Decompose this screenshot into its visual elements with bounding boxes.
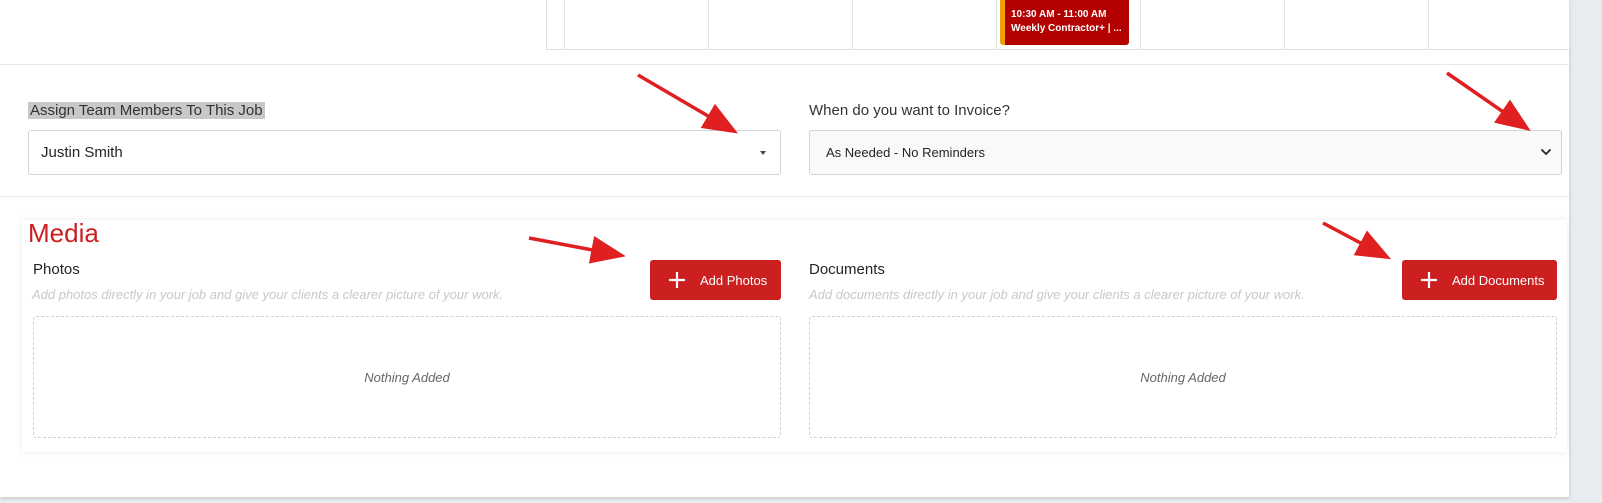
section-divider [0,196,1569,197]
calendar-column [708,0,709,49]
calendar-column [1428,0,1429,49]
documents-dropzone[interactable]: Nothing Added [809,316,1557,438]
documents-hint: Add documents directly in your job and g… [809,287,1305,302]
photos-hint: Add photos directly in your job and give… [32,287,504,302]
chevron-down-icon [1541,149,1551,156]
add-documents-label: Add Documents [1452,272,1545,288]
invoice-select[interactable]: As Needed - No Reminders [809,130,1562,175]
event-time: 10:30 AM - 11:00 AM [1011,9,1107,20]
photos-empty-text: Nothing Added [364,369,450,385]
plus-icon [669,272,685,288]
caret-down-icon [760,151,766,155]
job-form-card: 10:30 AM - 11:00 AM Weekly Contractor+ |… [0,0,1570,497]
calendar-column [564,0,565,49]
calendar-column [1284,0,1285,49]
assign-team-label: Assign Team Members To This Job [28,102,265,119]
assign-team-value: Justin Smith [41,144,123,161]
plus-icon [1421,272,1437,288]
photos-dropzone[interactable]: Nothing Added [33,316,781,438]
invoice-value: As Needed - No Reminders [826,145,985,160]
photos-title: Photos [33,261,80,278]
calendar-column [996,0,997,49]
add-documents-button[interactable]: Add Documents [1402,260,1557,300]
add-photos-button[interactable]: Add Photos [650,260,781,300]
assign-team-select[interactable]: Justin Smith [28,130,781,175]
invoice-label: When do you want to Invoice? [809,102,1010,119]
documents-empty-text: Nothing Added [1140,369,1226,385]
event-title: Weekly Contractor+ | ... [1011,23,1122,34]
section-divider [0,64,1569,65]
calendar-column [852,0,853,49]
documents-title: Documents [809,261,885,278]
add-photos-label: Add Photos [700,272,768,288]
media-title: Media [28,218,99,248]
calendar-column [1140,0,1141,49]
calendar-event[interactable]: 10:30 AM - 11:00 AM Weekly Contractor+ |… [1000,0,1129,45]
